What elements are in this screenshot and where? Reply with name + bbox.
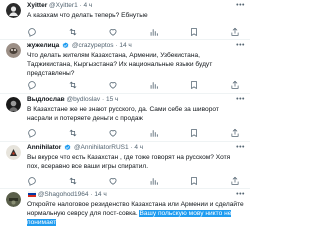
replies-feed: Xyitter @Xyitter1 · 4 ч ••• А казахам чт… <box>0 0 250 241</box>
reply-header: Выдлослав @bydloslav · 15 ч <box>27 96 119 103</box>
avatar[interactable] <box>6 43 21 58</box>
like-icon[interactable] <box>108 128 118 138</box>
share-icon[interactable] <box>230 176 240 186</box>
like-icon[interactable] <box>108 176 118 186</box>
like-icon[interactable] <box>108 27 118 37</box>
bookmark-icon[interactable] <box>189 128 199 138</box>
like-icon[interactable] <box>108 80 118 90</box>
avatar[interactable] <box>6 192 21 207</box>
more-options-icon[interactable]: ••• <box>236 143 245 153</box>
timestamp[interactable]: 14 ч <box>119 42 131 49</box>
avatar[interactable] <box>6 3 21 18</box>
reply-item[interactable]: @Shagohod1964 · 14 ч ••• Откройте налого… <box>0 189 250 241</box>
bookmark-icon[interactable] <box>189 27 199 37</box>
reply-item[interactable]: жужелица @crazypeptos · 14 ч ••• Что дел… <box>0 40 250 94</box>
retweet-icon[interactable] <box>68 176 78 186</box>
reply-text: Вы вкурсе что есть Казахстан , где тоже … <box>27 154 231 170</box>
display-name[interactable]: Выдлослав <box>27 96 65 103</box>
reply-icon[interactable] <box>27 176 37 186</box>
more-options-icon[interactable]: ••• <box>236 1 245 11</box>
reply-icon[interactable] <box>27 27 37 37</box>
action-bar <box>27 176 240 186</box>
reply-text: Откройте налоговое резиденство Казахстан… <box>27 200 244 227</box>
retweet-icon[interactable] <box>68 27 78 37</box>
reply-item[interactable]: Annihilator @AnnihilatorRUS1 · 4 ч ••• В… <box>0 142 250 189</box>
action-bar <box>27 80 240 90</box>
user-handle[interactable]: @crazypeptos <box>72 42 114 49</box>
reply-item[interactable]: Xyitter @Xyitter1 · 4 ч ••• А казахам чт… <box>0 0 250 40</box>
user-handle[interactable]: @AnnihilatorRUS1 <box>74 144 129 151</box>
reply-header: Xyitter @Xyitter1 · 4 ч <box>27 2 93 9</box>
reply-text: А казахам что делать теперь? Ебнутые <box>27 12 148 19</box>
reply-icon[interactable] <box>27 128 37 138</box>
reply-icon[interactable] <box>27 80 37 90</box>
timestamp[interactable]: 15 ч <box>106 96 118 103</box>
reply-text: Что делать жителям Казахстана, Армении, … <box>27 52 213 77</box>
timestamp[interactable]: 4 ч <box>134 144 143 151</box>
more-options-icon[interactable]: ••• <box>236 41 245 51</box>
more-options-icon[interactable]: ••• <box>236 95 245 105</box>
retweet-icon[interactable] <box>68 80 78 90</box>
retweet-icon[interactable] <box>68 128 78 138</box>
timestamp[interactable]: 14 ч <box>94 191 106 198</box>
views-icon[interactable] <box>149 128 159 138</box>
share-icon[interactable] <box>230 80 240 90</box>
reply-text: В Казахстане же не знают русского, да. С… <box>27 106 219 122</box>
timestamp[interactable]: 4 ч <box>83 2 92 9</box>
display-name[interactable]: Annihilator <box>27 144 61 151</box>
verified-badge-icon <box>64 144 71 151</box>
views-icon[interactable] <box>149 176 159 186</box>
verified-badge-icon <box>62 42 69 49</box>
bookmark-icon[interactable] <box>189 176 199 186</box>
russia-flag-icon <box>28 191 36 198</box>
reply-header: @Shagohod1964 · 14 ч <box>27 190 236 200</box>
views-icon[interactable] <box>149 27 159 37</box>
share-icon[interactable] <box>230 27 240 37</box>
display-name[interactable]: Xyitter <box>27 2 47 9</box>
action-bar <box>27 128 240 138</box>
bookmark-icon[interactable] <box>189 80 199 90</box>
user-handle[interactable]: @Xyitter1 <box>49 2 78 9</box>
avatar[interactable] <box>6 97 21 112</box>
user-handle[interactable]: @Shagohod1964 <box>38 191 89 198</box>
views-icon[interactable] <box>149 80 159 90</box>
reply-header: Annihilator @AnnihilatorRUS1 · 4 ч <box>27 144 144 151</box>
more-options-icon[interactable]: ••• <box>236 190 245 200</box>
avatar[interactable] <box>6 145 21 160</box>
action-bar <box>27 27 240 37</box>
reply-header: жужелица @crazypeptos · 14 ч <box>27 42 132 49</box>
display-name[interactable]: жужелица <box>27 42 59 49</box>
user-handle[interactable]: @bydloslav <box>66 96 100 103</box>
reply-item[interactable]: Выдлослав @bydloslav · 15 ч ••• В Казахс… <box>0 94 250 142</box>
share-icon[interactable] <box>230 128 240 138</box>
